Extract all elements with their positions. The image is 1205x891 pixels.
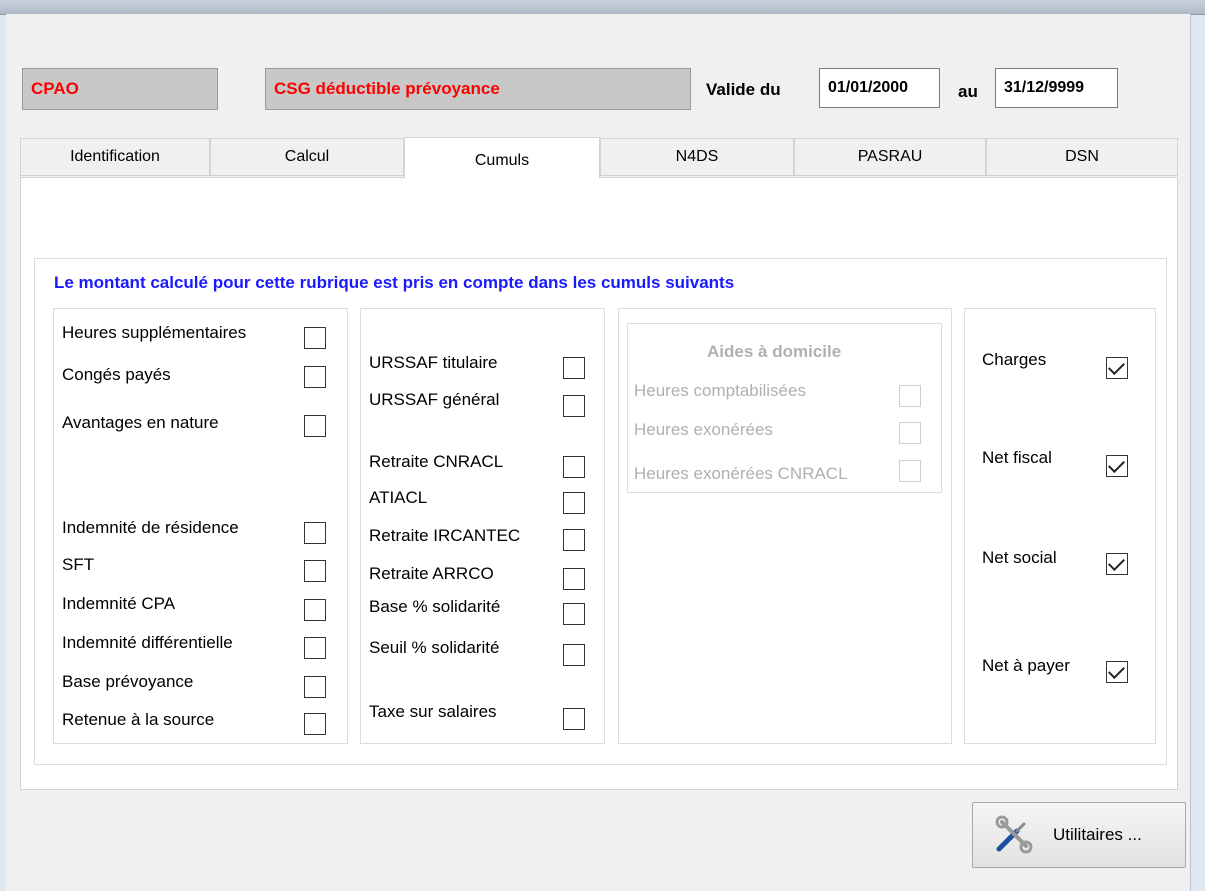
window-top-bar xyxy=(0,0,1205,15)
aide-label: Heures exonérées CNRACL xyxy=(634,464,848,483)
cumul-label: Base prévoyance xyxy=(62,672,194,691)
code-value: CPAO xyxy=(31,79,79,98)
cumul-label: Retenue à la source xyxy=(62,710,215,729)
cumul-checkbox[interactable] xyxy=(563,492,585,514)
tab-label: Identification xyxy=(70,148,160,165)
cumul-checkbox[interactable] xyxy=(563,357,585,379)
cumul-checkbox[interactable] xyxy=(304,522,326,544)
valid-to-field[interactable]: 31/12/9999 xyxy=(995,68,1118,108)
cumul-label: URSSAF général xyxy=(369,390,500,409)
tab-cumuls[interactable]: Cumuls xyxy=(404,137,600,179)
cumul-label: Indemnité de résidence xyxy=(62,518,239,537)
cumul-checkbox[interactable] xyxy=(563,395,585,417)
cumul-label: Indemnité différentielle xyxy=(62,633,233,652)
tools-icon xyxy=(993,815,1033,855)
cumul-checkbox[interactable] xyxy=(304,366,326,388)
tab-dsn[interactable]: DSN xyxy=(986,138,1178,176)
label-value: CSG déductible prévoyance xyxy=(274,79,500,98)
cumul-label: Net à payer xyxy=(982,656,1070,675)
tab-n4ds[interactable]: N4DS xyxy=(600,138,794,176)
cumul-label: Net social xyxy=(982,548,1057,567)
cumul-checkbox[interactable] xyxy=(304,560,326,582)
cumul-checkbox[interactable] xyxy=(563,644,585,666)
tab-label: Cumuls xyxy=(474,152,530,169)
cumul-checkbox[interactable] xyxy=(304,676,326,698)
tab-calcul[interactable]: Calcul xyxy=(210,138,404,176)
cumul-checkbox[interactable] xyxy=(1106,661,1128,683)
cumul-label: Seuil % solidarité xyxy=(369,638,500,657)
cumul-checkbox[interactable] xyxy=(304,327,326,349)
aides-domicile-title: Aides à domicile xyxy=(707,342,842,361)
cumul-checkbox[interactable] xyxy=(1106,455,1128,477)
cumul-label: Heures supplémentaires xyxy=(62,323,247,342)
aide-checkbox[interactable] xyxy=(899,385,921,407)
cumul-label: URSSAF titulaire xyxy=(369,353,498,372)
cumul-label: Charges xyxy=(982,350,1047,369)
cumul-label: Retraite ARRCO xyxy=(369,564,494,583)
utilities-label: Utilitaires ... xyxy=(1053,825,1142,844)
cumul-label: SFT xyxy=(62,555,95,574)
cumul-checkbox[interactable] xyxy=(563,603,585,625)
cumul-checkbox[interactable] xyxy=(563,529,585,551)
cumul-label: Taxe sur salaires xyxy=(369,702,497,721)
aide-label: Heures comptabilisées xyxy=(634,381,806,400)
cumul-checkbox[interactable] xyxy=(304,599,326,621)
cumul-label: Retraite IRCANTEC xyxy=(369,526,521,545)
cumul-label: Avantages en nature xyxy=(62,413,219,432)
tab-label: DSN xyxy=(1065,148,1099,165)
cumul-checkbox[interactable] xyxy=(304,637,326,659)
cumul-label: ATIACL xyxy=(369,488,428,507)
tab-label: Calcul xyxy=(284,148,330,165)
label-field[interactable]: CSG déductible prévoyance xyxy=(265,68,691,110)
cumul-checkbox[interactable] xyxy=(1106,553,1128,575)
valid-from-field[interactable]: 01/01/2000 xyxy=(819,68,940,108)
valid-from-label: Valide du xyxy=(706,80,781,99)
cumul-label: Indemnité CPA xyxy=(62,594,176,613)
cumul-checkbox[interactable] xyxy=(563,708,585,730)
cumuls-heading: Le montant calculé pour cette rubrique e… xyxy=(54,273,735,292)
aide-checkbox[interactable] xyxy=(899,422,921,444)
aide-label: Heures exonérées xyxy=(634,420,773,439)
tab-label: PASRAU xyxy=(857,148,923,165)
cumul-checkbox[interactable] xyxy=(1106,357,1128,379)
tab-pasrau[interactable]: PASRAU xyxy=(794,138,986,176)
cumul-checkbox[interactable] xyxy=(304,415,326,437)
cumul-label: Congés payés xyxy=(62,365,171,384)
tab-identification[interactable]: Identification xyxy=(20,138,210,176)
cumul-checkbox[interactable] xyxy=(304,713,326,735)
aide-checkbox[interactable] xyxy=(899,460,921,482)
valid-to-label: au xyxy=(958,82,978,101)
tab-bar: Identification Calcul Cumuls N4DS PASRAU… xyxy=(20,137,1178,179)
cumul-label: Net fiscal xyxy=(982,448,1052,467)
cumul-label: Base % solidarité xyxy=(369,597,501,616)
valid-from-value: 01/01/2000 xyxy=(828,79,909,96)
tab-label: N4DS xyxy=(675,148,719,165)
code-field[interactable]: CPAO xyxy=(22,68,218,110)
valid-to-value: 31/12/9999 xyxy=(1004,79,1085,96)
utilities-button[interactable]: Utilitaires ... xyxy=(972,802,1186,868)
cumul-checkbox[interactable] xyxy=(563,568,585,590)
cumul-label: Retraite CNRACL xyxy=(369,452,504,471)
cumul-checkbox[interactable] xyxy=(563,456,585,478)
